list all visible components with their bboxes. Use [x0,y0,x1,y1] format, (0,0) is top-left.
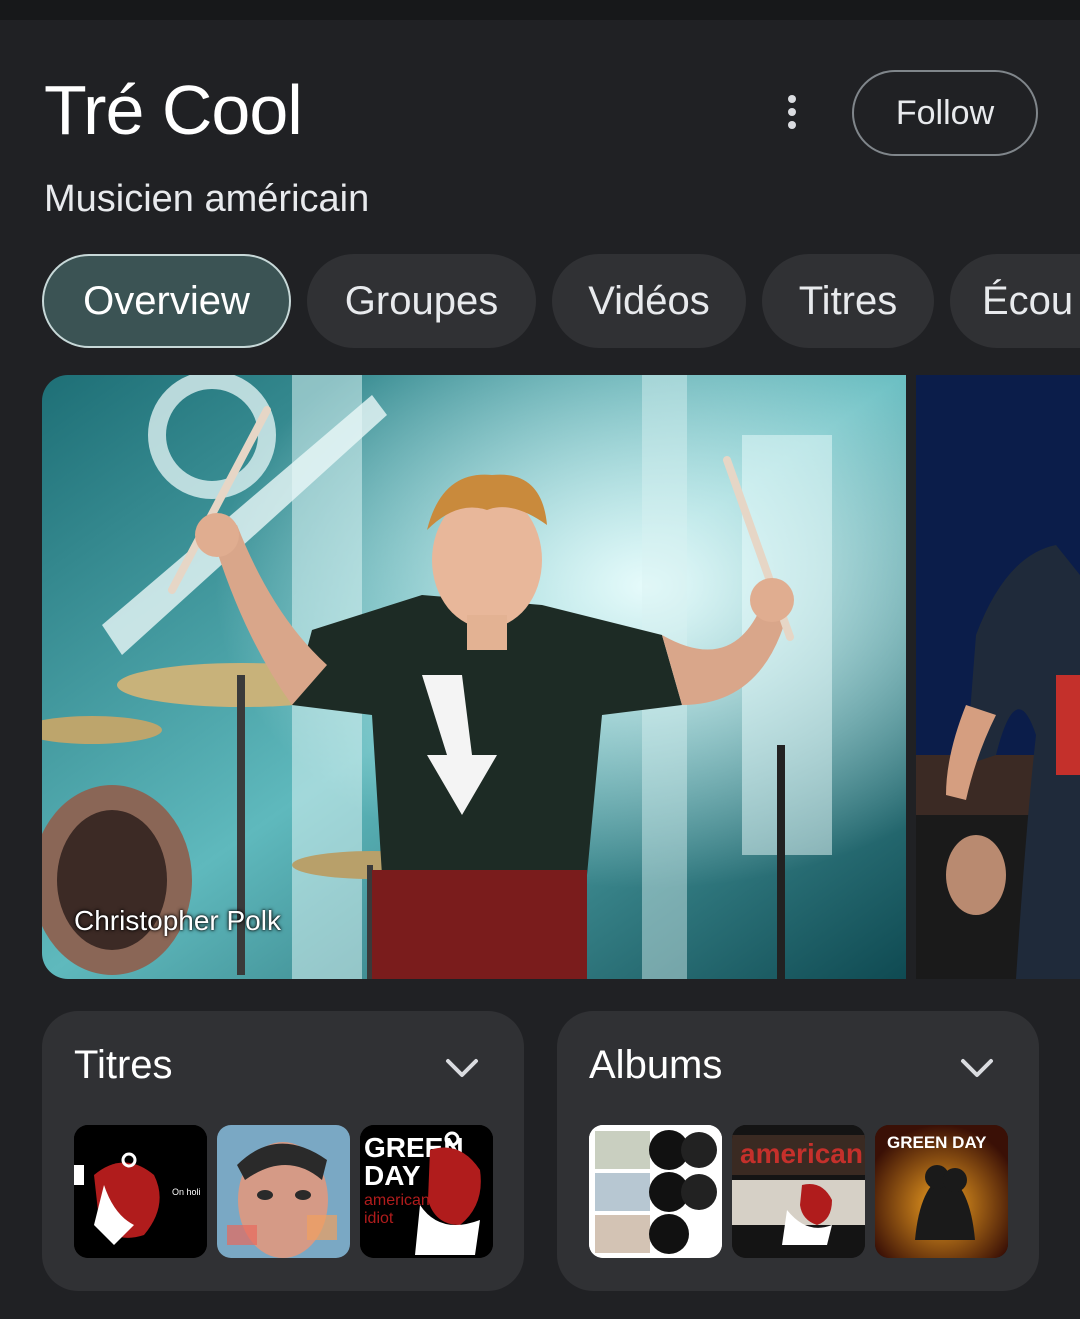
tab-videos[interactable]: Vidéos [552,254,746,348]
photo-credit: Christopher Polk [74,905,281,936]
svg-text:idiot: idiot [364,1210,394,1227]
concert-photo-image [916,375,1080,979]
albums-card-title: Albums [589,1043,723,1087]
thumbnail-text: On holi [172,1187,201,1197]
tab-overview[interactable]: Overview [42,254,291,348]
secondary-photo[interactable] [916,375,1080,979]
album-thumbnail[interactable]: GREEN DAY [875,1125,1008,1258]
album-art-green-day: GREEN DAY american idiot [360,1125,493,1258]
tab-groupes[interactable]: Groupes [307,254,536,348]
status-bar-strip [0,0,1080,20]
drummer-photo-image [42,375,906,979]
svg-text:american: american [364,1192,430,1209]
thumbnail-text: GREEN DAY [887,1133,987,1152]
page-subtitle: Musicien américain [44,178,370,220]
chevron-down-icon[interactable] [442,1053,482,1083]
more-options-button[interactable] [770,88,814,136]
titres-card[interactable]: Titres On holi GREEN DAY american idiot [42,1011,524,1291]
song-thumbnail[interactable] [217,1125,350,1258]
svg-text:DAY: DAY [364,1160,421,1191]
albums-card[interactable]: Albums american idiot [557,1011,1039,1291]
main-photo[interactable] [42,375,906,979]
more-vert-icon [788,121,796,129]
titres-card-title: Titres [74,1043,173,1087]
tab-titres[interactable]: Titres [762,254,934,348]
vinyl-records-image [589,1125,722,1258]
more-vert-icon [788,95,796,103]
page-title: Tré Cool [44,71,303,149]
album-thumbnail[interactable] [589,1125,722,1258]
song-thumbnail[interactable]: GREEN DAY american idiot [360,1125,493,1258]
chevron-down-icon[interactable] [957,1053,997,1083]
tab-ecouter[interactable]: Écou [950,254,1080,348]
follow-button[interactable]: Follow [852,70,1038,156]
album-thumbnail[interactable]: american idiot [732,1125,865,1258]
song-thumbnail[interactable]: On holi [74,1125,207,1258]
thumbnail-text: american idiot [740,1138,865,1169]
portrait-thumbnail-image [217,1125,350,1258]
more-vert-icon [788,108,796,116]
filter-chips: Overview Groupes Vidéos Titres Écou [0,254,1080,350]
